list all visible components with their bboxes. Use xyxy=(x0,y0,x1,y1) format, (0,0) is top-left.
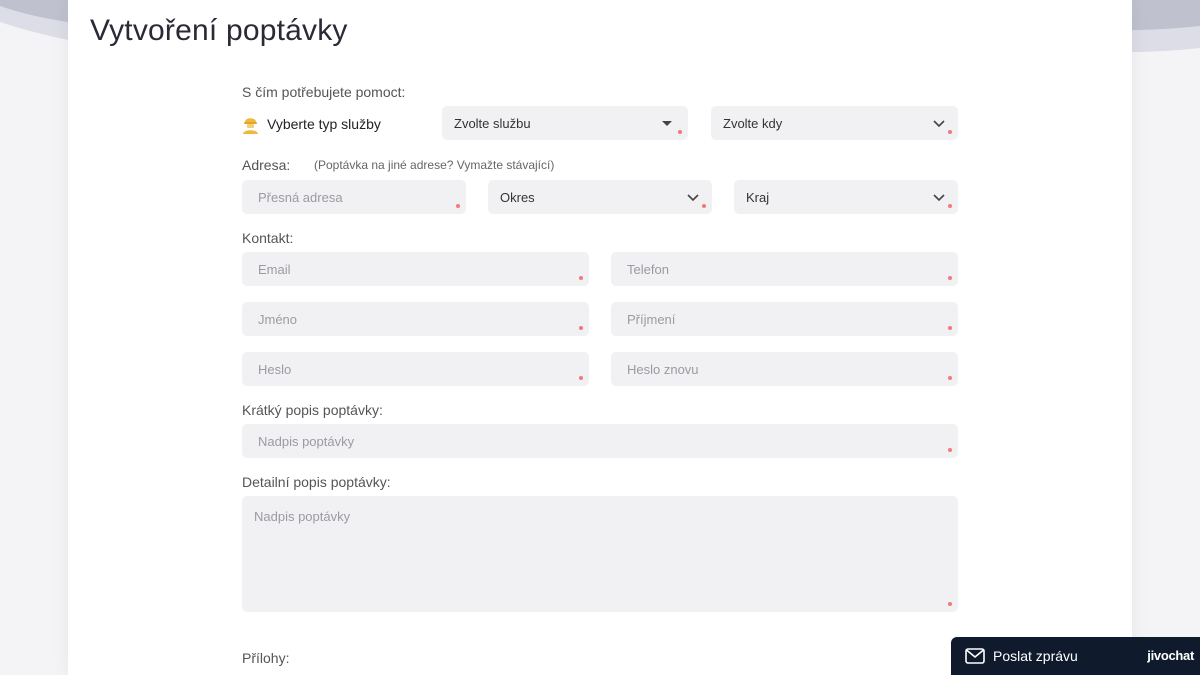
chat-brand-logo: jivochat xyxy=(1147,648,1194,663)
required-dot xyxy=(948,276,952,280)
help-label: S čím potřebujete pomoct: xyxy=(242,84,406,100)
chat-widget-button[interactable]: Poslat zprávu jivochat xyxy=(951,637,1200,675)
last-name-placeholder: Příjmení xyxy=(627,311,676,327)
required-dot xyxy=(579,326,583,330)
email-field[interactable]: Email xyxy=(242,252,589,286)
chevron-down-icon xyxy=(933,120,945,128)
required-dot xyxy=(948,376,952,380)
last-name-field[interactable]: Příjmení xyxy=(611,302,958,336)
password-field[interactable]: Heslo xyxy=(242,352,589,386)
short-description-label: Krátký popis poptávky: xyxy=(242,402,383,418)
service-type: Vyberte typ služby xyxy=(242,114,381,134)
exact-address-placeholder: Přesná adresa xyxy=(258,189,343,205)
password-placeholder: Heslo xyxy=(258,361,292,377)
short-description-placeholder: Nadpis poptávky xyxy=(258,433,355,449)
required-dot xyxy=(456,204,460,208)
short-description-input[interactable]: Nadpis poptávky xyxy=(242,424,958,458)
password-again-field[interactable]: Heslo znovu xyxy=(611,352,958,386)
required-dot xyxy=(948,602,952,606)
required-dot xyxy=(948,204,952,208)
region-select-value: Kraj xyxy=(746,189,770,205)
chat-button-label: Poslat zprávu xyxy=(993,648,1078,664)
when-select-value: Zvolte kdy xyxy=(723,115,783,131)
detail-description-placeholder: Nadpis poptávky xyxy=(254,509,351,524)
district-select-value: Okres xyxy=(500,189,535,205)
first-name-field[interactable]: Jméno xyxy=(242,302,589,336)
required-dot xyxy=(948,326,952,330)
phone-placeholder: Telefon xyxy=(627,261,669,277)
attachments-label: Přílohy: xyxy=(242,650,290,666)
phone-field[interactable]: Telefon xyxy=(611,252,958,286)
required-dot xyxy=(948,448,952,452)
required-dot xyxy=(579,276,583,280)
when-select[interactable]: Zvolte kdy xyxy=(711,106,958,140)
region-select[interactable]: Kraj xyxy=(734,180,958,214)
required-dot xyxy=(948,130,952,134)
triangle-down-icon xyxy=(662,121,672,126)
required-dot xyxy=(678,130,682,134)
contact-label: Kontakt: xyxy=(242,230,294,246)
password-again-placeholder: Heslo znovu xyxy=(627,361,699,377)
required-dot xyxy=(702,204,706,208)
district-select[interactable]: Okres xyxy=(488,180,712,214)
detail-description-label: Detailní popis poptávky: xyxy=(242,474,391,490)
address-note[interactable]: (Poptávka na jiné adrese? Vymažte stávaj… xyxy=(314,158,554,172)
worker-icon xyxy=(243,118,258,134)
page-title: Vytvoření poptávky xyxy=(90,14,348,47)
form-card: Vytvoření poptávky S čím potřebujete pom… xyxy=(68,0,1132,675)
mail-icon xyxy=(965,648,985,664)
service-select[interactable]: Zvolte službu xyxy=(442,106,688,140)
chevron-down-icon xyxy=(933,194,945,202)
service-type-label: Vyberte typ služby xyxy=(267,116,381,132)
address-label: Adresa: xyxy=(242,157,291,173)
exact-address-input[interactable]: Přesná adresa xyxy=(242,180,466,214)
first-name-placeholder: Jméno xyxy=(258,311,298,327)
required-dot xyxy=(579,376,583,380)
service-select-value: Zvolte službu xyxy=(454,115,531,131)
email-placeholder: Email xyxy=(258,261,291,277)
chevron-down-icon xyxy=(687,194,699,202)
detail-description-textarea[interactable]: Nadpis poptávky xyxy=(242,496,958,612)
